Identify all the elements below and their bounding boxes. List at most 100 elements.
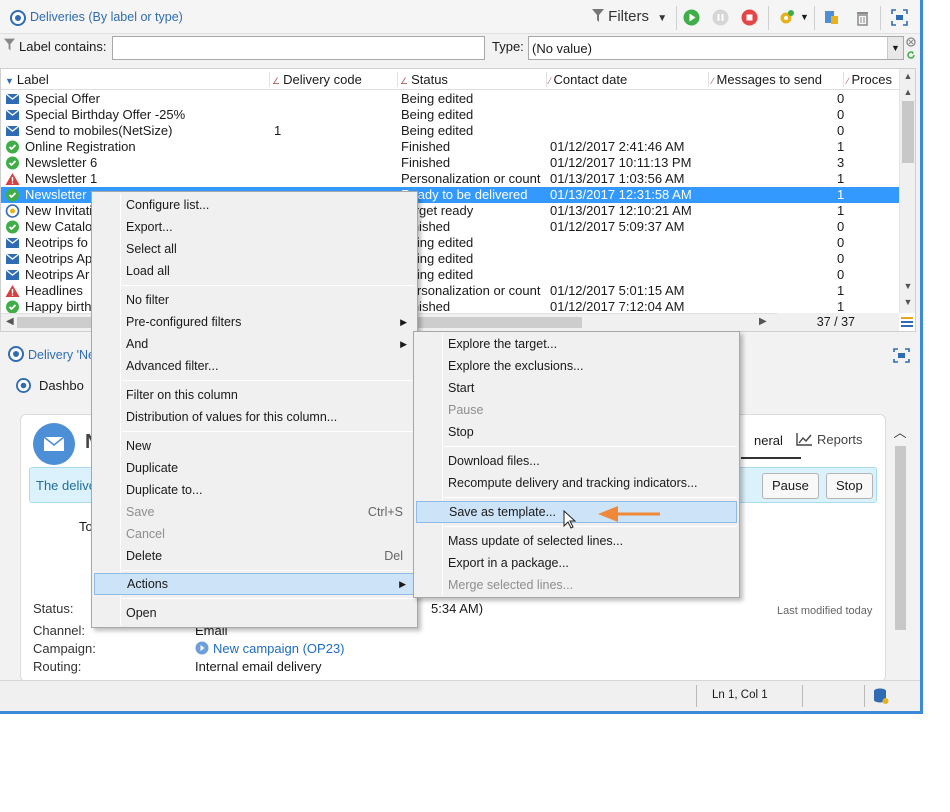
delivery-icon [16,378,31,393]
menu-item-export-package[interactable]: Export in a package... [416,552,737,574]
column-separator[interactable] [546,72,547,87]
menu-item-advanced-filter[interactable]: Advanced filter... [94,355,415,377]
scroll-right-icon[interactable]: ▶ [759,316,767,327]
scroll-left-icon[interactable]: ◀ [6,316,14,327]
chevron-down-icon: ▼ [657,13,668,24]
delete-icon[interactable] [854,9,871,26]
menu-item-preconfigured-filters[interactable]: Pre-configured filters ▶ [94,311,415,333]
table-row[interactable]: Newsletter 1 Personalization or count ...… [1,171,899,187]
chevron-down-icon[interactable]: ▼ [887,37,903,59]
refresh-icon[interactable] [906,50,916,60]
filter-side-icons [906,36,918,60]
column-separator[interactable] [843,72,844,87]
scrollbar-thumb[interactable] [895,446,906,630]
label-contains-label: Label contains: [19,39,107,54]
column-header-messages[interactable]: ⁄ Messages to send [712,72,822,87]
panel-expand-icon[interactable] [893,348,910,363]
row-contact-date: 01/12/2017 7:12:04 AM [550,299,685,313]
column-separator[interactable] [269,72,270,87]
menu-item-stop[interactable]: Stop [416,421,737,443]
sort-icon: ⁄ [712,76,714,86]
check-icon [6,300,19,313]
start-icon[interactable] [683,9,700,26]
row-messages-to-send: 3 [837,155,845,170]
row-label: Online Registration [25,139,136,154]
menu-item-explore-exclusions[interactable]: Explore the exclusions... [416,355,737,377]
column-header-text: Messages to send [716,72,823,87]
column-options-icon[interactable] [901,316,913,327]
menu-item-filter-on-column[interactable]: Filter on this column [94,384,415,406]
column-separator[interactable] [708,72,709,87]
expand-icon[interactable] [891,9,908,26]
pause-button[interactable]: Pause [762,473,819,499]
column-header-status[interactable]: ∠ Status [400,72,448,87]
list-header: ▼ Label ∠ Delivery code ∠ Status ⁄ Contact d… [1,69,899,90]
database-icon[interactable] [873,687,889,705]
menu-item-delete[interactable]: Delete Del [94,545,415,567]
scroll-top-icon[interactable]: ▲ [900,71,916,81]
column-header-label[interactable]: ▼ Label [5,72,49,87]
table-row[interactable]: Special Birthday Offer -25% Being edited 0 [1,107,899,123]
tab-dashboard[interactable]: Dashbo [16,378,84,393]
table-row[interactable]: Online Registration Finished 01/12/2017 2:… [1,139,899,155]
status-value: 5:34 AM) [431,601,484,616]
column-header-contact-date[interactable]: ⁄ Contact date [549,72,627,87]
menu-item-label: Save as template... [449,505,557,519]
menu-item-label: Delete [126,549,163,563]
table-row[interactable]: Send to mobiles(NetSize) 1 Being edited 0 [1,123,899,139]
row-label: Neotrips fo [25,235,88,250]
menu-item-label: Explore the target... [448,337,558,351]
row-status: Being edited [401,123,474,138]
scroll-up-icon[interactable]: ︿ [892,422,908,441]
menu-item-no-filter[interactable]: No filter [94,289,415,311]
banner-text: The delive [36,478,96,493]
funnel-icon [592,9,604,22]
menu-item-open[interactable]: Open [94,602,415,624]
column-header-delivery-code[interactable]: ∠ Delivery code [272,72,362,87]
row-contact-date: 01/13/2017 12:31:58 AM [550,187,692,202]
menu-item-configure-list[interactable]: Configure list... [94,194,415,216]
scrollbar-thumb[interactable] [902,101,914,163]
menu-item-duplicate-to[interactable]: Duplicate to... [94,479,415,501]
menu-item-and[interactable]: And ▶ [94,333,415,355]
menu-item-new[interactable]: New [94,435,415,457]
type-select[interactable]: (No value) ▼ [528,36,904,60]
menu-item-start[interactable]: Start [416,377,737,399]
menu-item-select-all[interactable]: Select all [94,238,415,260]
row-label: Happy birth [25,299,92,313]
filters-button[interactable]: Filters ▼ [592,8,667,25]
scroll-bottom-icon[interactable]: ▼ [900,297,916,307]
column-header-process[interactable]: ⁄ Proces [847,72,892,87]
clear-filter-icon[interactable] [906,37,916,47]
tab-reports[interactable]: Reports [796,432,863,447]
scroll-down-icon[interactable]: ▼ [900,281,916,291]
menu-item-download-files[interactable]: Download files... [416,450,737,472]
pause-icon[interactable] [712,9,729,26]
detail-vertical-scrollbar[interactable]: ︿ [892,414,908,682]
menu-item-label: Duplicate [126,461,179,475]
list-vertical-scrollbar[interactable]: ▲ ▲ ▼ ▼ [899,69,915,313]
column-separator[interactable] [397,72,398,87]
menu-item-recompute-indicators[interactable]: Recompute delivery and tracking indicato… [416,472,737,494]
label-contains-input[interactable] [112,36,485,60]
menu-item-explore-target[interactable]: Explore the target... [416,333,737,355]
properties-icon[interactable] [823,9,840,26]
menu-item-actions[interactable]: Actions ▶ [94,573,415,595]
chevron-down-icon[interactable]: ▼ [800,12,809,22]
stop-button[interactable]: Stop [826,473,873,499]
menu-item-export[interactable]: Export... [94,216,415,238]
stop-icon[interactable] [741,9,758,26]
table-row[interactable]: Special Offer Being edited 0 [1,91,899,107]
menu-item-load-all[interactable]: Load all [94,260,415,282]
menu-item-label: Merge selected lines... [448,578,574,592]
table-row[interactable]: Newsletter 6 Finished 01/12/2017 10:11:13 … [1,155,899,171]
row-label: Headlines [25,283,83,298]
scroll-up-icon[interactable]: ▲ [900,87,916,97]
menu-item-distribution-of-values[interactable]: Distribution of values for this column..… [94,406,415,428]
campaign-link[interactable]: New campaign (OP23) [195,641,345,656]
menu-item-mass-update[interactable]: Mass update of selected lines... [416,530,737,552]
workflow-gear-icon[interactable] [778,9,795,26]
menu-item-duplicate[interactable]: Duplicate [94,457,415,479]
menu-item-label: Pre-configured filters [126,315,242,329]
tab-general[interactable]: neral [754,433,783,448]
